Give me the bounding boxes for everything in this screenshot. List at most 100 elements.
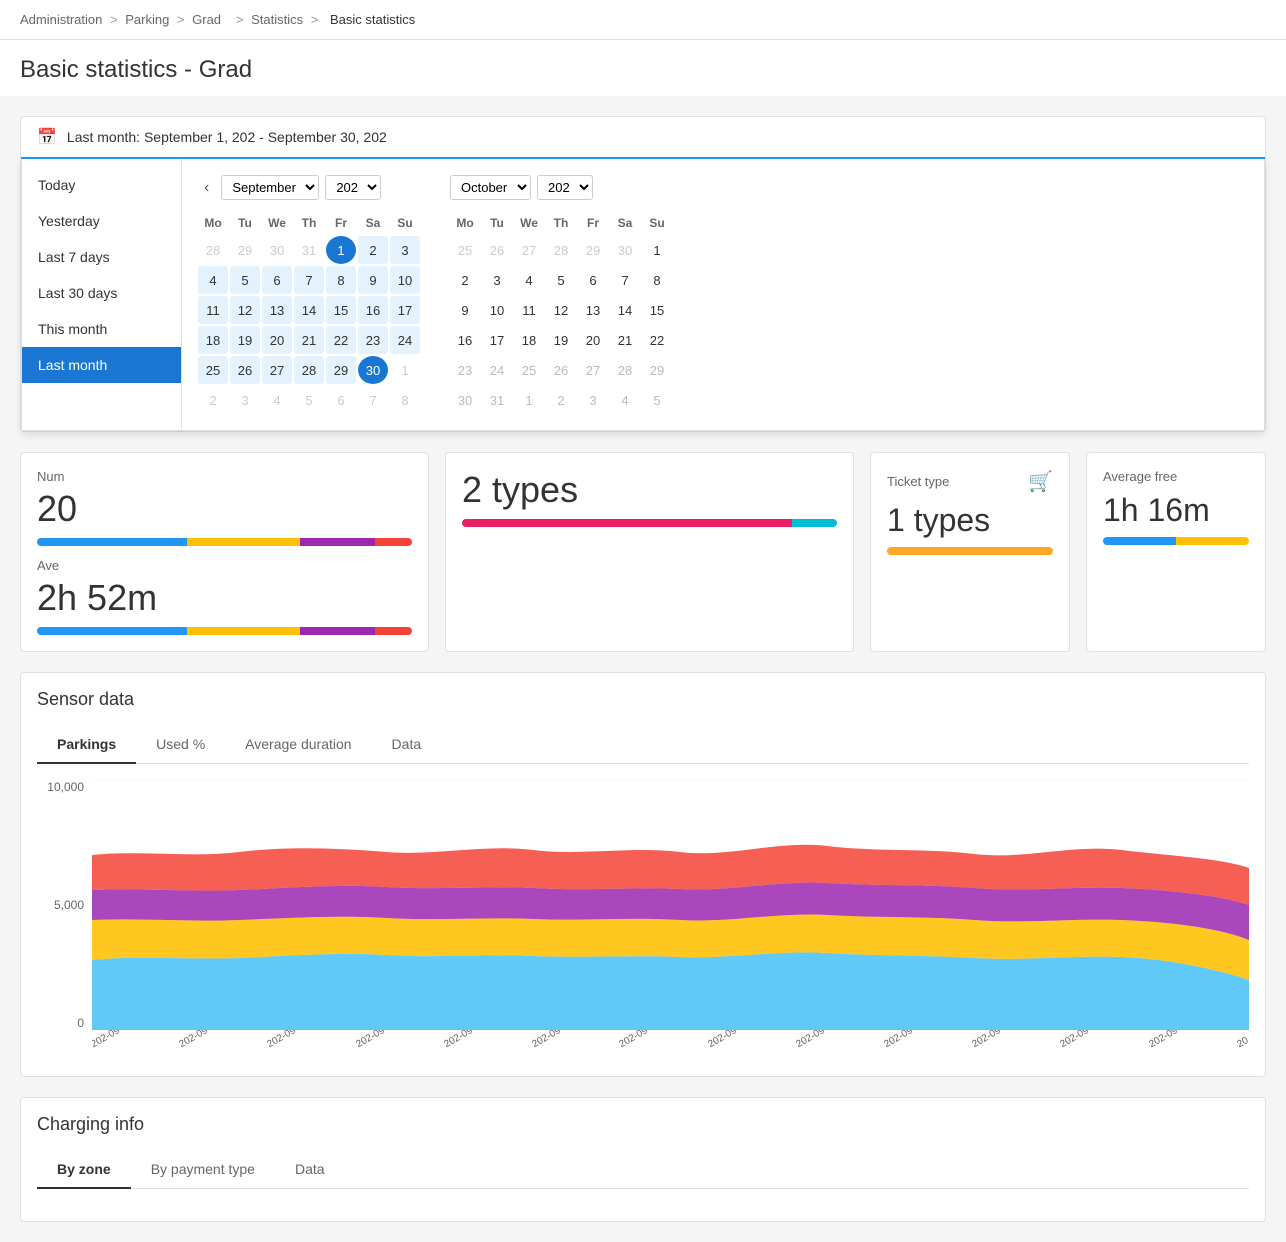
cal-day[interactable]: 3 bbox=[230, 386, 260, 414]
cal-day[interactable]: 22 bbox=[642, 326, 672, 354]
cal-day[interactable]: 17 bbox=[390, 296, 420, 324]
cal-day[interactable]: 27 bbox=[578, 356, 608, 384]
cal-day[interactable]: 5 bbox=[546, 266, 576, 294]
cal-day[interactable]: 18 bbox=[198, 326, 228, 354]
preset-today[interactable]: Today bbox=[22, 167, 181, 203]
breadcrumb-grad[interactable]: Grad bbox=[192, 12, 221, 27]
cal-day[interactable]: 3 bbox=[482, 266, 512, 294]
cal-day[interactable]: 29 bbox=[578, 236, 608, 264]
cal-day[interactable]: 7 bbox=[358, 386, 388, 414]
cal-day[interactable]: 20 bbox=[578, 326, 608, 354]
cal-day[interactable]: 26 bbox=[230, 356, 260, 384]
cal-day[interactable]: 3 bbox=[578, 386, 608, 414]
cal-day[interactable]: 12 bbox=[546, 296, 576, 324]
cal-day[interactable]: 9 bbox=[358, 266, 388, 294]
cal-day[interactable]: 4 bbox=[514, 266, 544, 294]
cal-day[interactable]: 21 bbox=[294, 326, 324, 354]
year-select-right[interactable]: 202 bbox=[537, 175, 593, 200]
cal-day[interactable]: 28 bbox=[294, 356, 324, 384]
cal-day[interactable]: 4 bbox=[610, 386, 640, 414]
cal-day[interactable]: 15 bbox=[326, 296, 356, 324]
preset-thismonth[interactable]: This month bbox=[22, 311, 181, 347]
cal-day[interactable]: 30 bbox=[262, 236, 292, 264]
preset-last7[interactable]: Last 7 days bbox=[22, 239, 181, 275]
cal-day[interactable]: 18 bbox=[514, 326, 544, 354]
cal-day[interactable]: 29 bbox=[326, 356, 356, 384]
cal-day[interactable]: 25 bbox=[198, 356, 228, 384]
cal-day[interactable]: 29 bbox=[642, 356, 672, 384]
cal-day[interactable]: 9 bbox=[450, 296, 480, 324]
cal-day[interactable]: 6 bbox=[326, 386, 356, 414]
cal-day[interactable]: 4 bbox=[262, 386, 292, 414]
tab-parkings[interactable]: Parkings bbox=[37, 726, 136, 764]
breadcrumb-parking[interactable]: Parking bbox=[125, 12, 169, 27]
cal-day[interactable]: 29 bbox=[230, 236, 260, 264]
cal-day-2[interactable]: 2 bbox=[358, 236, 388, 264]
cal-day[interactable]: 20 bbox=[262, 326, 292, 354]
cal-day[interactable]: 14 bbox=[610, 296, 640, 324]
cal-day[interactable]: 10 bbox=[482, 296, 512, 324]
tab-by-payment-type[interactable]: By payment type bbox=[131, 1151, 275, 1189]
cal-day[interactable]: 17 bbox=[482, 326, 512, 354]
cal-day[interactable]: 13 bbox=[578, 296, 608, 324]
cal-day[interactable]: 16 bbox=[358, 296, 388, 324]
cal-day[interactable]: 12 bbox=[230, 296, 260, 324]
cal-day[interactable]: 1 bbox=[390, 356, 420, 384]
cal-day[interactable]: 6 bbox=[262, 266, 292, 294]
cal-day[interactable]: 7 bbox=[610, 266, 640, 294]
preset-yesterday[interactable]: Yesterday bbox=[22, 203, 181, 239]
cal-day[interactable]: 15 bbox=[642, 296, 672, 324]
cal-day[interactable]: 11 bbox=[198, 296, 228, 324]
cal-prev-button[interactable]: ‹ bbox=[198, 177, 215, 199]
tab-data[interactable]: Data bbox=[372, 726, 442, 764]
cal-day[interactable]: 14 bbox=[294, 296, 324, 324]
date-input-row[interactable]: 📅 Last month: September 1, 202 - Septemb… bbox=[21, 117, 1265, 159]
cal-day[interactable]: 23 bbox=[358, 326, 388, 354]
cal-day[interactable]: 2 bbox=[546, 386, 576, 414]
cal-day[interactable]: 28 bbox=[610, 356, 640, 384]
cal-day[interactable]: 27 bbox=[514, 236, 544, 264]
cal-day[interactable]: 31 bbox=[294, 236, 324, 264]
cal-day[interactable]: 4 bbox=[198, 266, 228, 294]
cal-day[interactable]: 2 bbox=[198, 386, 228, 414]
cal-day[interactable]: 2 bbox=[450, 266, 480, 294]
cal-day-3[interactable]: 3 bbox=[390, 236, 420, 264]
month-select-left[interactable]: September bbox=[221, 175, 319, 200]
cal-day[interactable]: 28 bbox=[198, 236, 228, 264]
month-select-right[interactable]: October bbox=[450, 175, 531, 200]
cal-day[interactable]: 22 bbox=[326, 326, 356, 354]
cal-day[interactable]: 16 bbox=[450, 326, 480, 354]
cal-day[interactable]: 10 bbox=[390, 266, 420, 294]
cal-day[interactable]: 19 bbox=[230, 326, 260, 354]
year-select-left[interactable]: 202 bbox=[325, 175, 381, 200]
cal-day[interactable]: 1 bbox=[514, 386, 544, 414]
cal-day[interactable]: 8 bbox=[326, 266, 356, 294]
cal-day[interactable]: 5 bbox=[642, 386, 672, 414]
cal-day[interactable]: 23 bbox=[450, 356, 480, 384]
cal-day[interactable]: 1 bbox=[642, 236, 672, 264]
cal-day[interactable]: 27 bbox=[262, 356, 292, 384]
cal-day[interactable]: 25 bbox=[514, 356, 544, 384]
breadcrumb-statistics[interactable]: Statistics bbox=[251, 12, 303, 27]
cal-day[interactable]: 30 bbox=[450, 386, 480, 414]
preset-lastmonth[interactable]: Last month bbox=[22, 347, 181, 383]
cal-day[interactable]: 31 bbox=[482, 386, 512, 414]
cal-day[interactable]: 26 bbox=[546, 356, 576, 384]
cal-day[interactable]: 11 bbox=[514, 296, 544, 324]
cal-day[interactable]: 5 bbox=[230, 266, 260, 294]
breadcrumb-administration[interactable]: Administration bbox=[20, 12, 102, 27]
cal-day[interactable]: 25 bbox=[450, 236, 480, 264]
cal-day[interactable]: 24 bbox=[482, 356, 512, 384]
cal-day[interactable]: 7 bbox=[294, 266, 324, 294]
cal-day[interactable]: 19 bbox=[546, 326, 576, 354]
cal-day[interactable]: 26 bbox=[482, 236, 512, 264]
cal-day[interactable]: 6 bbox=[578, 266, 608, 294]
tab-charging-data[interactable]: Data bbox=[275, 1151, 345, 1189]
cal-day[interactable]: 8 bbox=[390, 386, 420, 414]
cal-day[interactable]: 8 bbox=[642, 266, 672, 294]
cal-day[interactable]: 5 bbox=[294, 386, 324, 414]
cal-day[interactable]: 13 bbox=[262, 296, 292, 324]
tab-used-percent[interactable]: Used % bbox=[136, 726, 225, 764]
cal-day[interactable]: 21 bbox=[610, 326, 640, 354]
tab-by-zone[interactable]: By zone bbox=[37, 1151, 131, 1189]
